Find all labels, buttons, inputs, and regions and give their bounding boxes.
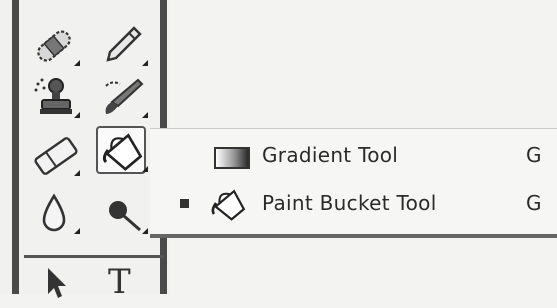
menu-item-label: Paint Bucket Tool <box>262 191 437 215</box>
flyout-indicator <box>142 228 148 234</box>
flyout-indicator <box>74 112 80 118</box>
tool-flyout-menu: Gradient Tool G Paint Bucket Tool G <box>150 128 557 238</box>
eraser-tool[interactable] <box>30 132 82 178</box>
menu-item-paint-bucket-tool[interactable]: Paint Bucket Tool G <box>150 181 557 227</box>
flyout-indicator <box>142 60 148 66</box>
move-selection-icon <box>48 268 66 298</box>
tool-group-divider <box>24 255 164 258</box>
gradient-icon <box>214 147 250 169</box>
brush-tool[interactable] <box>98 22 150 68</box>
menu-item-gradient-tool[interactable]: Gradient Tool G <box>150 133 557 179</box>
blur-tool[interactable] <box>30 190 82 236</box>
paint-bucket-tool[interactable] <box>96 126 150 174</box>
active-tool-marker <box>180 199 189 208</box>
menu-item-shortcut: G <box>526 191 542 215</box>
menu-item-label: Gradient Tool <box>262 143 399 167</box>
flyout-indicator <box>142 112 148 118</box>
flyout-indicator <box>74 60 80 66</box>
panel-border-left <box>12 0 19 294</box>
menu-item-shortcut: G <box>526 143 542 167</box>
type-icon: T <box>108 262 131 302</box>
flyout-indicator <box>74 170 80 176</box>
move-selection-tool[interactable] <box>36 262 88 308</box>
flyout-indicator <box>142 166 148 172</box>
history-brush-tool[interactable] <box>98 74 150 120</box>
type-tool[interactable]: T <box>100 262 152 308</box>
clone-stamp-tool[interactable] <box>30 74 82 120</box>
spot-healing-brush-tool[interactable] <box>30 22 82 68</box>
flyout-indicator <box>74 228 80 234</box>
tools-panel: T <box>0 0 170 302</box>
paint-bucket-icon <box>211 189 246 221</box>
dodge-tool[interactable] <box>98 190 150 236</box>
